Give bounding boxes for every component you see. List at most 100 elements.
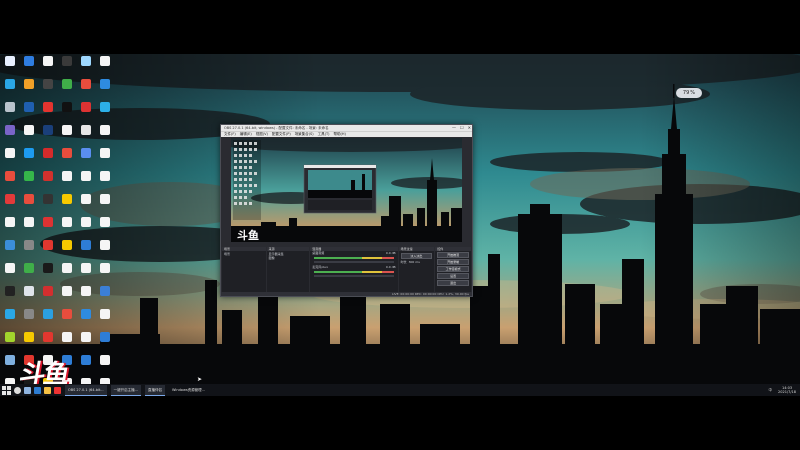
menu-tools[interactable]: 工具(T) [318,132,330,137]
desktop-icon[interactable] [58,194,76,216]
desktop-icon[interactable] [20,171,38,193]
desktop-icon[interactable] [96,263,114,285]
desktop-icon[interactable] [96,171,114,193]
desktop-icon[interactable] [58,171,76,193]
desktop-icon[interactable] [1,355,19,377]
desktop-icon[interactable] [20,79,38,101]
desktop-icon[interactable] [58,125,76,147]
taskbar-task-companion[interactable]: 直播伴侣 [145,384,166,396]
close-button[interactable]: ✕ [468,125,471,131]
desktop-icon[interactable] [96,102,114,124]
desktop-icon[interactable] [77,309,95,331]
minimize-button[interactable]: — [452,125,456,131]
scene-item[interactable]: 场景 [224,252,264,256]
taskbar-task-explorer[interactable]: Windows资源管理... [169,385,208,395]
desktop-icon[interactable] [20,240,38,262]
desktop-icon[interactable] [77,56,95,78]
desktop-icon[interactable] [20,194,38,216]
desktop-icon[interactable] [39,194,57,216]
desktop-icon[interactable] [39,148,57,170]
desktop-icon[interactable] [96,309,114,331]
obs-titlebar[interactable]: OBS 27.0.1 (64-bit, windows) - 配置文件: 未命名… [221,125,472,131]
desktop-icon[interactable] [20,102,38,124]
desktop-icon[interactable] [77,125,95,147]
task-view-icon[interactable] [24,386,31,394]
desktop-icon[interactable] [39,240,57,262]
desktop-icon[interactable] [58,56,76,78]
desktop-icon[interactable] [39,332,57,354]
desktop-icon[interactable] [58,309,76,331]
taskbar-task-obs[interactable]: OBS 27.0.1 (64-bit... [65,384,107,396]
search-icon[interactable] [14,386,21,394]
desktop-icon[interactable] [39,217,57,239]
start-button[interactable] [2,385,11,395]
desktop-icon[interactable] [77,217,95,239]
maximize-button[interactable]: ☐ [460,125,464,131]
taskbar-task-streamer[interactable]: 一键开启主播... [110,384,142,396]
desktop-icon[interactable] [39,102,57,124]
desktop-icon[interactable] [58,79,76,101]
desktop-icon[interactable] [58,240,76,262]
desktop-icon[interactable] [1,148,19,170]
desktop-icon[interactable] [96,240,114,262]
desktop-icon[interactable] [96,332,114,354]
desktop-icon[interactable] [39,79,57,101]
network-speed-widget[interactable]: 79% [676,88,702,98]
desktop-icon[interactable] [1,171,19,193]
desktop-icon[interactable] [58,263,76,285]
menu-file[interactable]: 文件(F) [224,132,236,137]
menu-help[interactable]: 帮助(H) [334,132,346,137]
desktop-icon[interactable] [39,263,57,285]
desktop-icon[interactable] [1,125,19,147]
desktop-icon[interactable] [96,79,114,101]
menu-edit[interactable]: 编辑(E) [240,132,252,137]
edge-browser-icon[interactable] [34,386,41,394]
desktop-icon[interactable] [77,332,95,354]
input-language-indicator[interactable]: 中 [769,388,773,393]
desktop-icon[interactable] [1,102,19,124]
desktop-icon[interactable] [58,332,76,354]
obs-window[interactable]: OBS 27.0.1 (64-bit, windows) - 配置文件: 未命名… [220,124,473,297]
desktop-icon[interactable] [77,102,95,124]
desktop-icon[interactable] [20,148,38,170]
desktop-icon[interactable] [58,217,76,239]
duration-input[interactable]: 300 ms [409,260,420,264]
desktop-icon[interactable] [77,171,95,193]
desktop-icon[interactable] [1,286,19,308]
studio-mode-button[interactable]: 工作室模式 [437,266,469,272]
desktop-icon[interactable] [1,217,19,239]
source-item-image[interactable]: 图像 [269,256,308,260]
menu-scene-collection[interactable]: 场景集合(S) [295,132,314,137]
transition-select[interactable]: 淡入淡出 [400,253,433,259]
desktop-icon[interactable] [20,309,38,331]
desktop-icon[interactable] [1,263,19,285]
desktop-icon[interactable] [20,332,38,354]
desktop-icon[interactable] [77,194,95,216]
desktop-icon[interactable] [96,355,114,377]
desktop-icon[interactable] [39,56,57,78]
desktop-icon[interactable] [20,125,38,147]
desktop-icon[interactable] [77,148,95,170]
exit-button[interactable]: 退出 [437,280,469,286]
desktop-icon[interactable] [20,56,38,78]
desktop-icon[interactable] [96,148,114,170]
desktop-icon[interactable] [58,148,76,170]
desktop-icon[interactable] [77,355,95,377]
desktop-icon[interactable] [1,309,19,331]
desktop-icon[interactable] [20,286,38,308]
desktop-icon[interactable] [20,263,38,285]
desktop-icon[interactable] [77,79,95,101]
desktop-icon[interactable] [1,79,19,101]
desktop-icon[interactable] [1,240,19,262]
desktop-icon[interactable] [96,286,114,308]
desktop-icon[interactable] [96,194,114,216]
desktop-icon[interactable] [77,240,95,262]
desktop-icon[interactable] [39,286,57,308]
desktop-icon[interactable] [39,125,57,147]
desktop-icon[interactable] [1,332,19,354]
desktop-icon[interactable] [39,309,57,331]
desktop-icon[interactable] [58,102,76,124]
file-explorer-icon[interactable] [44,386,51,394]
settings-button[interactable]: 设置 [437,273,469,279]
obs-preview-canvas[interactable]: 斗鱼 [231,138,462,242]
